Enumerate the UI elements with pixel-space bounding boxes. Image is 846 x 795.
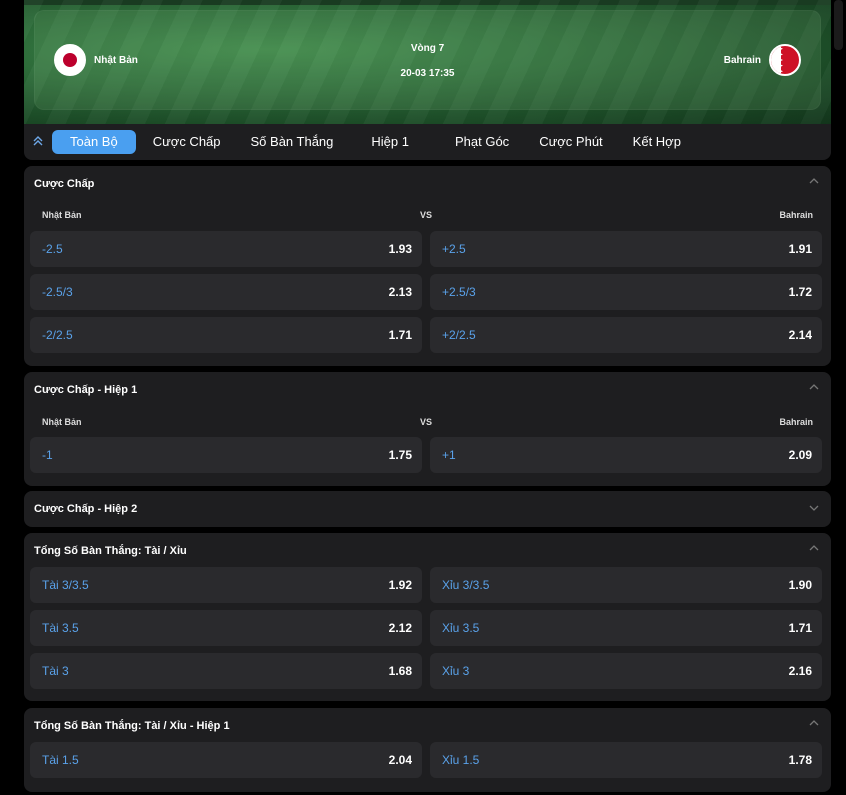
- total-goals-first-half-section: Tổng Số Bàn Thắng: Tài / Xỉu - Hiệp 1 Tà…: [24, 708, 831, 792]
- odds-cell-away[interactable]: +1 2.09: [430, 437, 822, 473]
- banner-top-strip: [24, 0, 831, 5]
- odds-value: 1.72: [788, 285, 812, 299]
- odds-value: 2.09: [788, 448, 812, 462]
- section-title[interactable]: Cược Chấp: [34, 178, 94, 190]
- odds-cell-under[interactable]: Xỉu 3.5 1.71: [430, 610, 822, 646]
- over-line: Tài 3: [42, 664, 69, 678]
- match-time: 20-03 17:35: [400, 68, 455, 79]
- odds-value: 2.12: [388, 621, 412, 635]
- odds-value: 2.13: [388, 285, 412, 299]
- odds-cell-under[interactable]: Xỉu 3 2.16: [430, 653, 822, 689]
- chevron-up-icon[interactable]: [809, 382, 819, 394]
- odds-value: 1.78: [788, 753, 812, 767]
- odds-cell-home[interactable]: -2.5 1.93: [30, 231, 422, 267]
- chevron-up-icon[interactable]: [809, 543, 819, 555]
- odds-value: 1.68: [388, 664, 412, 678]
- tab-total-goals[interactable]: Số Bàn Thắng: [242, 130, 343, 154]
- double-chevron-up-icon: [33, 135, 43, 145]
- chevron-up-icon[interactable]: [809, 718, 819, 730]
- total-goals-section: Tổng Số Bàn Thắng: Tài / Xỉu Tài 3/3.5 1…: [24, 533, 831, 701]
- bahrain-flag-icon: [769, 44, 801, 76]
- under-line: Xỉu 1.5: [442, 753, 480, 767]
- over-line: Tài 3.5: [42, 621, 79, 635]
- handicap-line: -2.5/3: [42, 285, 73, 299]
- market-tabs: Toàn Bộ Cược Chấp Số Bàn Thắng Hiệp 1 Ph…: [24, 124, 831, 160]
- scrollbar-thumb[interactable]: [834, 0, 843, 50]
- odds-cell-home[interactable]: -2/2.5 1.71: [30, 317, 422, 353]
- under-line: Xỉu 3/3.5: [442, 578, 490, 592]
- handicap-line: -1: [42, 448, 53, 462]
- away-team: Bahrain: [724, 10, 801, 110]
- odds-cell-home[interactable]: -1 1.75: [30, 437, 422, 473]
- odds-cell-over[interactable]: Tài 1.5 2.04: [30, 742, 422, 778]
- handicap-line: +2.5: [442, 242, 466, 256]
- chevron-up-icon[interactable]: [809, 176, 819, 188]
- handicap-section: Cược Chấp Nhật Bản VS Bahrain -2.5 1.93 …: [24, 166, 831, 366]
- over-line: Tài 1.5: [42, 753, 79, 767]
- handicap-line: -2/2.5: [42, 328, 73, 342]
- odds-value: 2.16: [788, 664, 812, 678]
- odds-cell-under[interactable]: Xỉu 1.5 1.78: [430, 742, 822, 778]
- odds-value: 2.14: [788, 328, 812, 342]
- odds-value: 1.91: [788, 242, 812, 256]
- handicap-line: +2/2.5: [442, 328, 476, 342]
- section-title[interactable]: Cược Chấp - Hiệp 1: [34, 384, 137, 396]
- match-info: Vòng 7 20-03 17:35: [34, 43, 821, 79]
- handicap-second-half-section[interactable]: Cược Chấp - Hiệp 2: [24, 491, 831, 527]
- odds-cell-over[interactable]: Tài 3/3.5 1.92: [30, 567, 422, 603]
- odds-value: 1.92: [388, 578, 412, 592]
- odds-value: 1.75: [388, 448, 412, 462]
- section-title[interactable]: Cược Chấp - Hiệp 2: [34, 503, 137, 515]
- handicap-line: +2.5/3: [442, 285, 476, 299]
- vs-label: VS: [420, 210, 433, 220]
- odds-cell-away[interactable]: +2.5 1.91: [430, 231, 822, 267]
- match-round: Vòng 7: [410, 43, 445, 54]
- tab-first-half[interactable]: Hiệp 1: [362, 130, 418, 154]
- over-line: Tài 3/3.5: [42, 578, 89, 592]
- odds-cell-over[interactable]: Tài 3.5 2.12: [30, 610, 422, 646]
- tab-handicap[interactable]: Cược Chấp: [144, 130, 230, 154]
- odds-value: 1.71: [388, 328, 412, 342]
- handicap-first-half-section: Cược Chấp - Hiệp 1 Nhật Bản VS Bahrain -…: [24, 372, 831, 486]
- collapse-all-button[interactable]: [24, 135, 52, 150]
- scrollbar-track[interactable]: [831, 0, 846, 795]
- section-title[interactable]: Tổng Số Bàn Thắng: Tài / Xỉu: [34, 545, 187, 557]
- chevron-down-icon[interactable]: [809, 503, 819, 515]
- tab-combo[interactable]: Kết Hợp: [624, 130, 690, 154]
- match-card: Nhật Bản Vòng 7 20-03 17:35 Bahrain: [34, 10, 821, 110]
- section-title[interactable]: Tổng Số Bàn Thắng: Tài / Xỉu - Hiệp 1: [34, 720, 230, 732]
- tab-corners[interactable]: Phạt Góc: [446, 130, 518, 154]
- odds-cell-away[interactable]: +2/2.5 2.14: [430, 317, 822, 353]
- home-label: Nhật Bản: [42, 417, 82, 427]
- odds-cell-home[interactable]: -2.5/3 2.13: [30, 274, 422, 310]
- odds-value: 1.71: [788, 621, 812, 635]
- vs-label: VS: [420, 417, 433, 427]
- tab-minute-bets[interactable]: Cược Phút: [530, 130, 611, 154]
- under-line: Xỉu 3: [442, 664, 470, 678]
- away-label: Bahrain: [779, 417, 813, 427]
- tab-all[interactable]: Toàn Bộ: [52, 130, 136, 154]
- handicap-line: +1: [442, 448, 456, 462]
- odds-value: 1.90: [788, 578, 812, 592]
- odds-cell-under[interactable]: Xỉu 3/3.5 1.90: [430, 567, 822, 603]
- under-line: Xỉu 3.5: [442, 621, 480, 635]
- away-team-name: Bahrain: [723, 54, 761, 66]
- odds-value: 1.93: [388, 242, 412, 256]
- match-banner: Nhật Bản Vòng 7 20-03 17:35 Bahrain: [24, 0, 831, 124]
- odds-cell-away[interactable]: +2.5/3 1.72: [430, 274, 822, 310]
- away-label: Bahrain: [779, 210, 813, 220]
- odds-cell-over[interactable]: Tài 3 1.68: [30, 653, 422, 689]
- handicap-line: -2.5: [42, 242, 63, 256]
- home-label: Nhật Bản: [42, 210, 82, 220]
- odds-value: 2.04: [388, 753, 412, 767]
